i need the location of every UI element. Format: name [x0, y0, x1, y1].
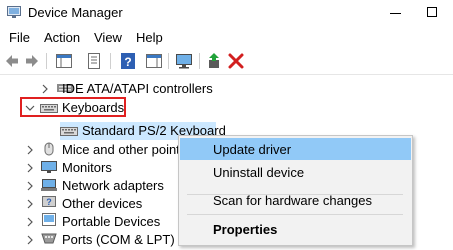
mouse-icon [44, 142, 54, 156]
menu-help[interactable]: Help [136, 30, 163, 45]
menu-action[interactable]: Action [44, 30, 80, 45]
keyboard-icon [40, 104, 58, 113]
tree-item-label: Network adapters [62, 178, 164, 193]
action-pane-icon[interactable] [144, 51, 164, 71]
menu-file[interactable]: File [9, 30, 30, 45]
help-icon[interactable]: ? [118, 51, 138, 71]
tree-item-ide-controllers[interactable]: IDE ATA/ATAPI controllers [0, 79, 260, 98]
toolbar-separator [46, 53, 47, 69]
tree-item-label: Monitors [62, 160, 112, 175]
tree-item-label: Ports (COM & LPT) [62, 232, 175, 247]
context-menu-properties[interactable]: Properties [180, 218, 411, 240]
svg-text:?: ? [46, 197, 52, 207]
show-hide-tree-icon[interactable] [54, 51, 74, 71]
chevron-right-icon[interactable] [25, 163, 35, 173]
context-menu: Update driver Uninstall device Scan for … [178, 135, 413, 246]
ports-icon [41, 233, 57, 244]
chevron-right-icon[interactable] [25, 199, 35, 209]
tree-item-label: Other devices [62, 196, 143, 211]
other-devices-icon: ? [42, 196, 56, 207]
menu-item-label: Update driver [213, 142, 292, 157]
menu-separator [187, 214, 403, 215]
chevron-right-icon[interactable] [25, 217, 35, 227]
minimize-button[interactable] [380, 0, 410, 26]
tree-item-portable-devices[interactable]: Portable Devices [0, 212, 180, 231]
chevron-right-icon[interactable] [40, 84, 50, 94]
tree-item-network-adapters[interactable]: Network adapters [0, 176, 180, 195]
network-adapter-icon [41, 179, 57, 191]
svg-text:?: ? [124, 55, 131, 69]
toolbar-separator [199, 53, 200, 69]
menu-item-label: Properties [213, 222, 278, 237]
chevron-right-icon[interactable] [25, 145, 35, 155]
chevron-right-icon[interactable] [25, 235, 35, 245]
menu-item-label: Scan for hardware changes [213, 193, 372, 208]
forward-icon[interactable] [22, 51, 42, 71]
tree-item-ports[interactable]: Ports (COM & LPT) [0, 230, 180, 249]
tree-item-other-devices[interactable]: ? Other devices [0, 194, 180, 213]
maximize-button[interactable] [418, 0, 448, 26]
menu-item-label: Uninstall device [213, 165, 305, 180]
tree-item-monitors[interactable]: Monitors [0, 158, 180, 177]
portable-devices-icon [42, 213, 56, 226]
tree-item-mice[interactable]: Mice and other pointi [0, 140, 183, 159]
tree-item-label: IDE ATA/ATAPI controllers [62, 81, 213, 96]
tree-item-label: Portable Devices [62, 214, 161, 229]
keyboard-icon [60, 127, 78, 136]
context-menu-scan-hardware[interactable]: Scan for hardware changes [180, 189, 411, 211]
properties-icon[interactable] [84, 51, 104, 71]
tree-item-label: Mice and other pointi [62, 142, 183, 157]
title-bar: Device Manager [0, 0, 453, 26]
menu-view[interactable]: View [94, 30, 122, 45]
uninstall-icon[interactable] [226, 51, 246, 71]
tree-item-keyboards[interactable]: Keyboards [0, 98, 260, 117]
back-icon[interactable] [2, 51, 22, 71]
context-menu-update-driver[interactable]: Update driver [180, 138, 411, 160]
monitor-icon [41, 161, 57, 173]
scan-monitor-icon[interactable] [174, 51, 194, 71]
chevron-right-icon[interactable] [25, 181, 35, 191]
update-driver-icon[interactable] [205, 51, 225, 71]
tree-item-label: Keyboards [62, 100, 125, 115]
context-menu-uninstall-device[interactable]: Uninstall device [180, 161, 411, 183]
chevron-down-icon[interactable] [25, 103, 35, 113]
toolbar-separator [168, 53, 169, 69]
toolbar-separator [110, 53, 111, 69]
window-title: Device Manager [28, 5, 123, 20]
device-manager-icon [7, 6, 21, 18]
